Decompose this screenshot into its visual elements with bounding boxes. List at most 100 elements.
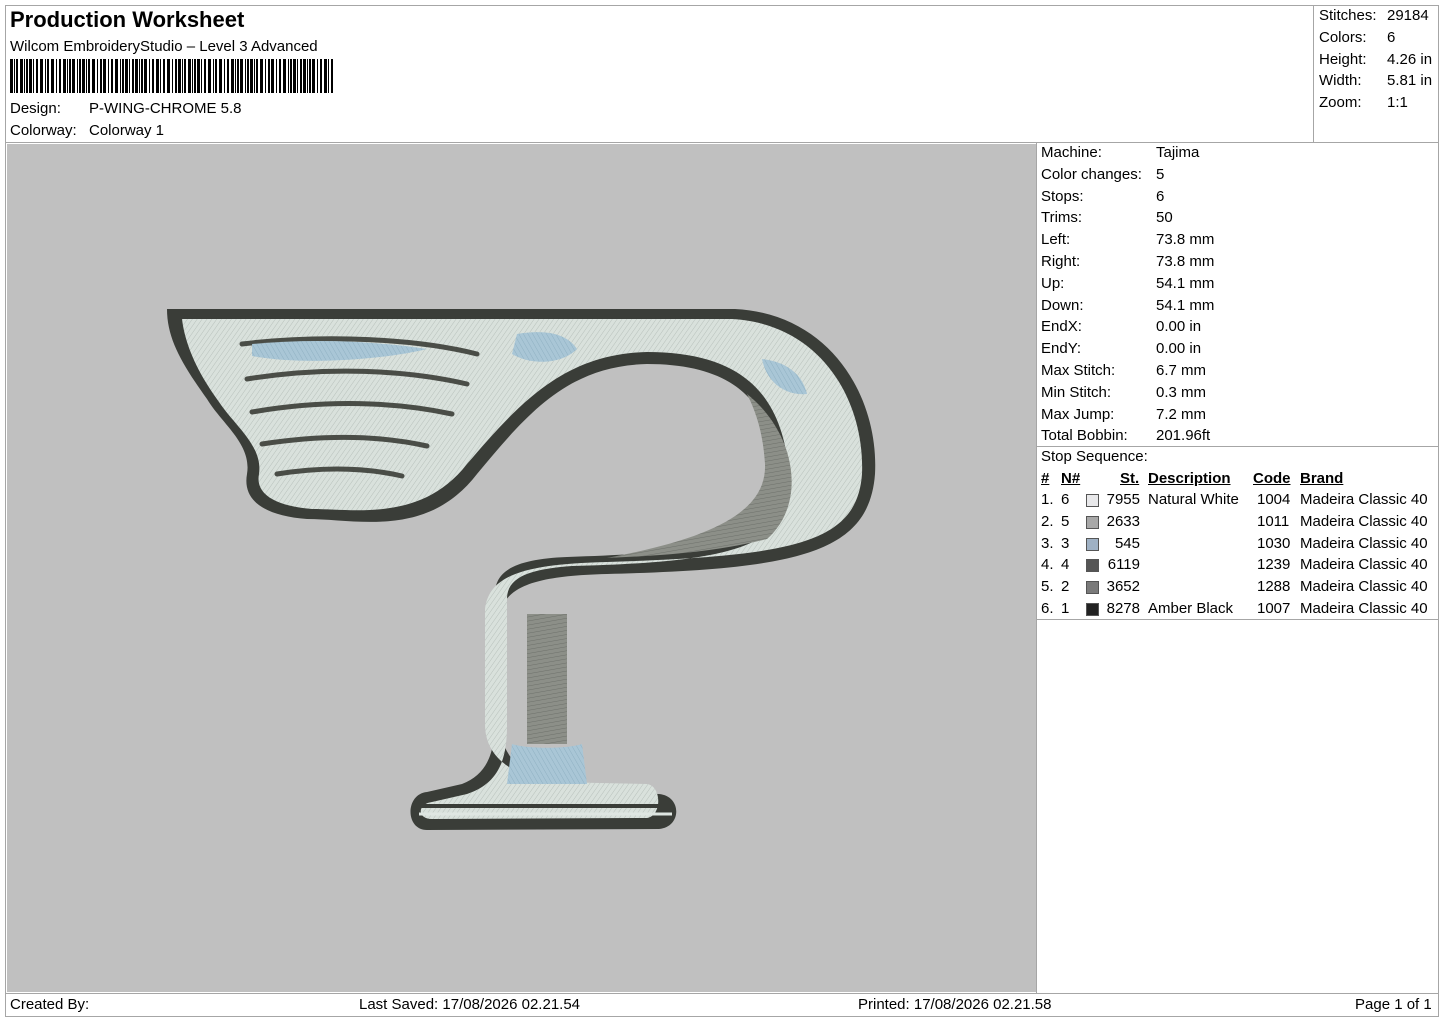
barcode-bar (167, 59, 170, 93)
machine-info-label: Max Stitch: (1041, 362, 1116, 379)
barcode-bar (320, 59, 322, 93)
border-bottom (5, 1016, 1439, 1017)
barcode-bar (215, 59, 217, 93)
cell-code: 1030 (1257, 534, 1291, 552)
barcode-bar (82, 59, 85, 93)
cell-code: 1004 (1257, 491, 1291, 508)
machine-info-label: Trims: (1041, 209, 1083, 227)
barcode-bar (208, 59, 211, 93)
color-swatch (1086, 581, 1099, 595)
machine-info-value: 5 (1156, 165, 1165, 183)
cell-stitches: 545 (1114, 534, 1140, 552)
barcode-bar (163, 59, 165, 93)
cell-brand: Madeira Classic 40 (1300, 512, 1428, 530)
cell-stop: 5. (1041, 578, 1054, 596)
embroidery-design (167, 309, 876, 830)
stem-highlight (507, 744, 587, 784)
created-by: Created By: (10, 996, 90, 1013)
barcode-bar (213, 59, 214, 93)
barcode-bar (152, 59, 154, 93)
cell-needle: 4 (1061, 556, 1070, 574)
machine-info-value: 50 (1156, 209, 1173, 227)
color-swatch (1086, 603, 1099, 616)
cell-code: 1288 (1257, 578, 1291, 596)
color-swatch (1086, 515, 1099, 529)
barcode-bar (69, 59, 71, 93)
border-right (1438, 5, 1439, 1017)
barcode-bar (144, 59, 147, 93)
cell-stitches: 3652 (1106, 578, 1140, 596)
barcode-bar (47, 59, 49, 93)
barcode-bar (312, 59, 315, 93)
barcode-bar (115, 59, 118, 93)
header-code: Code (1253, 470, 1291, 487)
barcode-bar (293, 59, 296, 93)
colorway-value: Colorway 1 (89, 122, 165, 139)
barcode-bar (283, 59, 286, 93)
barcode-bar (72, 59, 75, 93)
header-divider (5, 142, 1439, 143)
border-left (5, 5, 6, 1017)
barcode-bar (194, 59, 196, 93)
machine-info-label: Up: (1041, 274, 1065, 292)
cell-description: Natural White (1148, 491, 1239, 508)
machine-info-label: EndY: (1041, 340, 1082, 358)
barcode-bar (256, 59, 258, 93)
barcode-bar (237, 59, 239, 93)
barcode-bar (182, 59, 183, 93)
cell-needle: 2 (1061, 578, 1070, 596)
machine-info-label: EndX: (1041, 318, 1082, 336)
barcode-bar (125, 59, 128, 93)
cell-brand: Madeira Classic 40 (1300, 491, 1428, 508)
barcode-bar (231, 59, 234, 93)
table-row: 4. 4 6119 1239 Madeira Classic 40 (1038, 555, 1438, 577)
barcode-bar (192, 59, 193, 93)
colorway-label: Colorway: (10, 122, 77, 139)
summary-value-zoom: 1:1 (1387, 94, 1408, 111)
cell-brand: Madeira Classic 40 (1300, 534, 1428, 552)
barcode-bar (254, 59, 255, 93)
page-title: Production Worksheet (10, 7, 245, 32)
barcode-bar (26, 59, 28, 93)
summary-divider (1313, 5, 1314, 142)
stem-shadow (527, 614, 567, 744)
machine-info-value: 6.7 mm (1156, 362, 1207, 379)
barcode-bar (250, 59, 253, 93)
color-swatch (1086, 559, 1099, 573)
machine-info-label: Color changes: (1041, 165, 1142, 183)
cell-brand: Madeira Classic 40 (1300, 578, 1428, 596)
summary-value-colors: 6 (1387, 29, 1396, 46)
barcode-bar (219, 59, 222, 93)
barcode-bar (63, 59, 66, 93)
table-row: 5. 2 3652 1288 Madeira Classic 40 (1038, 577, 1438, 599)
barcode-bar (139, 59, 140, 93)
barcode-bar (100, 59, 102, 93)
barcode-bar (227, 59, 229, 93)
summary-label-stitches: Stitches: (1319, 7, 1377, 24)
barcode-bar (24, 59, 25, 93)
machine-info-label: Right: (1041, 253, 1081, 270)
cell-stop: 6. (1041, 600, 1054, 617)
header-stop: # (1041, 470, 1050, 487)
barcode-bar (260, 59, 263, 93)
barcode-bar (309, 59, 311, 93)
machine-info-value: 0.00 in (1156, 340, 1202, 358)
barcode-bar (265, 59, 266, 93)
barcode-bar (245, 59, 246, 93)
barcode-bar (51, 59, 54, 93)
barcode-bar (175, 59, 177, 93)
machine-info-value: 0.3 mm (1156, 383, 1207, 401)
barcode-bar (240, 59, 243, 93)
machine-info-label: Machine: (1041, 144, 1102, 161)
barcode-bar (328, 59, 329, 93)
machine-info-value: 0.00 in (1156, 318, 1202, 336)
barcode-bar (33, 59, 34, 93)
machine-info-value: 6 (1156, 187, 1165, 205)
barcode-bar (201, 59, 202, 93)
barcode-bar (77, 59, 78, 93)
header-description: Description (1148, 470, 1231, 487)
color-swatch (1086, 537, 1099, 551)
cell-stop: 2. (1041, 512, 1054, 530)
barcode-bar (156, 59, 159, 93)
table-row: 3. 3 545 1030 Madeira Classic 40 (1038, 534, 1438, 556)
